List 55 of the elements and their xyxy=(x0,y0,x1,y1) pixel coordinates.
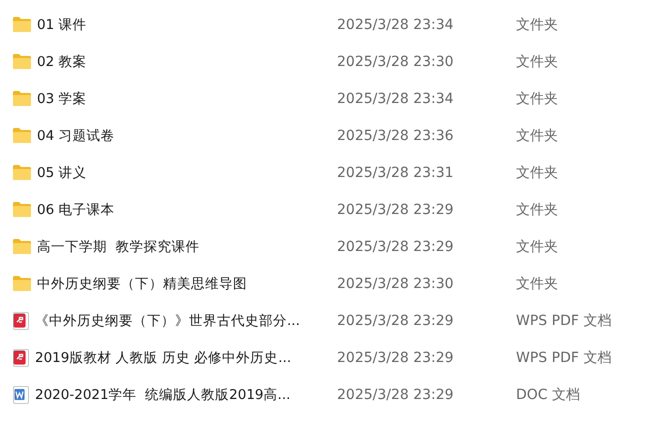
file-name: 《中外历史纲要（下）》世界古代史部分... xyxy=(35,312,300,330)
modified-date: 2025/3/28 23:29 xyxy=(336,386,455,402)
file-type: 文件夹 xyxy=(516,164,559,182)
file-row[interactable]: 05 讲义 2025/3/28 23:31 文件夹 xyxy=(0,154,664,191)
folder-icon xyxy=(13,54,31,69)
modified-date: 2025/3/28 23:31 xyxy=(336,164,455,180)
modified-date: 2025/3/28 23:36 xyxy=(336,128,455,144)
file-row[interactable]: 04 习题试卷 2025/3/28 23:36 文件夹 xyxy=(0,117,664,154)
word-file-icon xyxy=(13,386,29,404)
file-type: 文件夹 xyxy=(516,274,559,292)
folder-icon xyxy=(13,239,31,254)
folder-icon xyxy=(13,128,31,143)
file-type: 文件夹 xyxy=(516,90,559,108)
modified-date: 2025/3/28 23:29 xyxy=(336,312,455,328)
folder-icon xyxy=(13,91,31,106)
file-name: 2019版教材 人教版 历史 必修中外历史... xyxy=(35,348,292,366)
modified-date: 2025/3/28 23:30 xyxy=(336,54,455,70)
file-type: WPS PDF 文档 xyxy=(516,312,612,330)
file-name: 03 学案 xyxy=(37,90,86,108)
folder-icon xyxy=(13,17,31,32)
file-name: 2020-2021学年 统编版人教版2019高... xyxy=(35,386,290,404)
file-name: 04 习题试卷 xyxy=(37,126,114,144)
modified-date: 2025/3/28 23:29 xyxy=(336,202,455,218)
modified-date: 2025/3/28 23:30 xyxy=(336,276,455,292)
file-name: 中外历史纲要（下）精美思维导图 xyxy=(37,274,247,292)
file-row[interactable]: 03 学案 2025/3/28 23:34 文件夹 xyxy=(0,80,664,117)
modified-date: 2025/3/28 23:34 xyxy=(336,16,455,32)
file-name: 02 教案 xyxy=(37,52,86,70)
pdf-file-icon xyxy=(13,348,29,366)
file-row[interactable]: 中外历史纲要（下）精美思维导图 2025/3/28 23:30 文件夹 xyxy=(0,265,664,302)
modified-date: 2025/3/28 23:34 xyxy=(336,90,455,106)
folder-icon xyxy=(13,165,31,180)
file-name: 06 电子课本 xyxy=(37,200,114,218)
file-name: 高一下学期 教学探究课件 xyxy=(37,238,200,256)
file-row[interactable]: 02 教案 2025/3/28 23:30 文件夹 xyxy=(0,43,664,80)
file-type: 文件夹 xyxy=(516,16,559,34)
file-type: 文件夹 xyxy=(516,52,559,70)
file-type: 文件夹 xyxy=(516,238,559,256)
file-row[interactable]: 高一下学期 教学探究课件 2025/3/28 23:29 文件夹 xyxy=(0,228,664,265)
file-type: 文件夹 xyxy=(516,200,559,218)
folder-icon xyxy=(13,202,31,217)
file-name: 01 课件 xyxy=(37,16,86,34)
folder-icon xyxy=(13,276,31,291)
pdf-file-icon xyxy=(13,312,29,330)
file-type: WPS PDF 文档 xyxy=(516,348,612,366)
modified-date: 2025/3/28 23:29 xyxy=(336,238,455,254)
modified-date: 2025/3/28 23:29 xyxy=(336,350,455,366)
file-row[interactable]: 01 课件 2025/3/28 23:34 文件夹 xyxy=(0,6,664,43)
file-row[interactable]: 2019版教材 人教版 历史 必修中外历史... 2025/3/28 23:29 WPS PDF 文档 xyxy=(0,339,664,376)
file-row[interactable]: 《中外历史纲要（下）》世界古代史部分... 2025/3/28 23:29 WPS PDF 文档 xyxy=(0,302,664,339)
file-row[interactable]: 06 电子课本 2025/3/28 23:29 文件夹 xyxy=(0,191,664,228)
file-row[interactable]: 2020-2021学年 统编版人教版2019高... 2025/3/28 23:29 DOC 文档 xyxy=(0,376,664,413)
file-type: 文件夹 xyxy=(516,126,559,144)
file-type: DOC 文档 xyxy=(516,386,582,404)
file-name: 05 讲义 xyxy=(37,164,86,182)
